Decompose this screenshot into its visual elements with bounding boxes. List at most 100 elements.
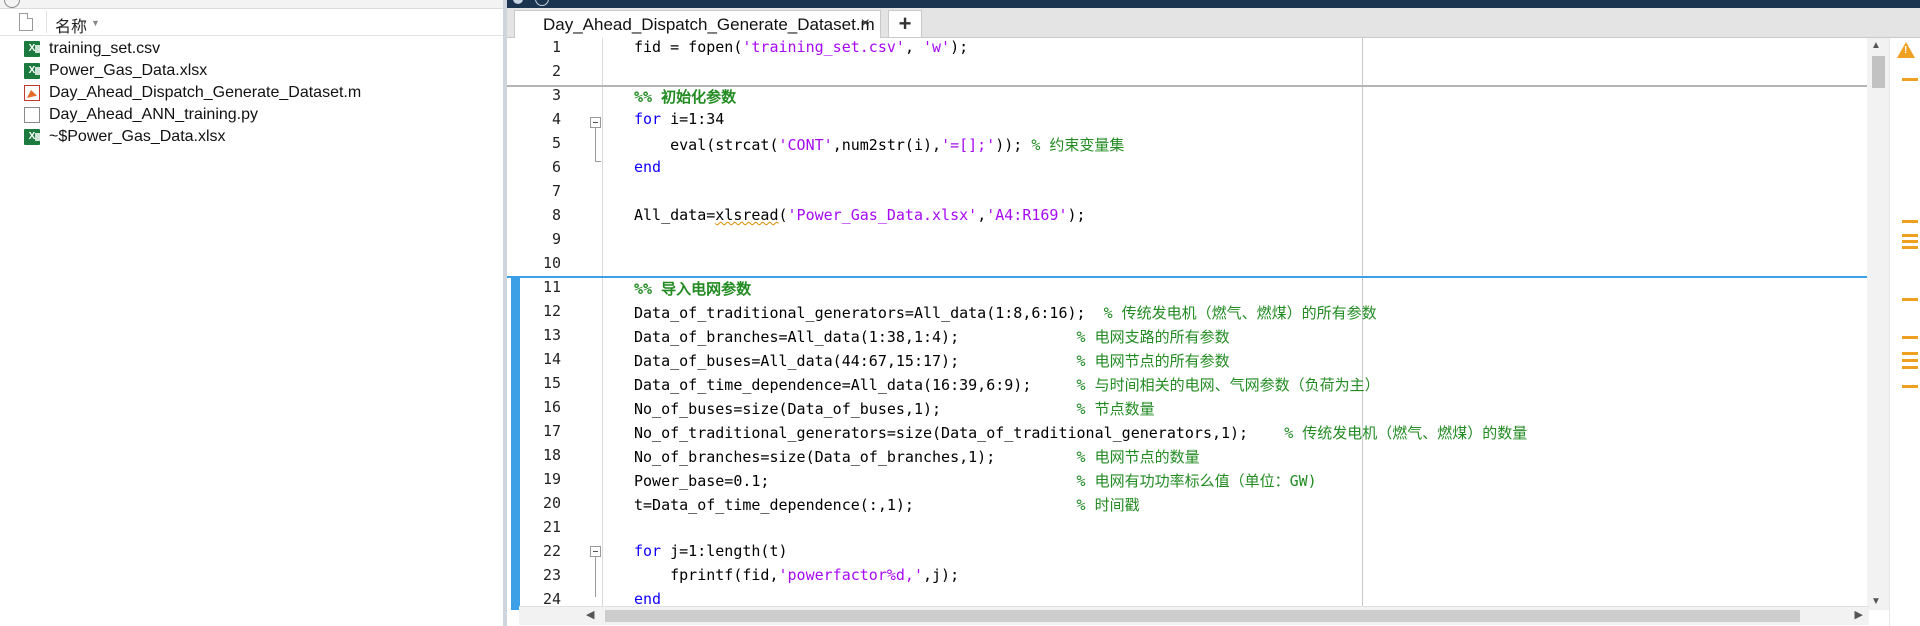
name-column-header[interactable]: 名称 [55,13,87,37]
fold-toggle-icon[interactable] [590,546,601,557]
file-name: training_set.csv [49,40,161,57]
analyzer-message-marker[interactable] [1902,359,1918,362]
code-token: 'w' [923,38,951,56]
analyzer-message-marker[interactable] [1902,336,1918,339]
vertical-scrollbar[interactable]: ▲ ▼ [1867,38,1889,610]
code-line[interactable]: eval(strcat('CONT',num2str(i),'=[];')); … [634,134,1124,155]
line-number: 22 [542,542,561,560]
scroll-up-icon[interactable]: ▲ [1871,40,1881,51]
code-token: Data_of_buses=All_data(44:67,15:17); [634,352,1077,370]
code-line[interactable]: Power_base=0.1; % 电网有功功率标么值（单位：GW) [634,470,1317,491]
analyzer-message-marker[interactable] [1902,352,1918,355]
sort-arrow-icon[interactable]: ▼ [91,18,100,28]
horizontal-scrollbar[interactable]: ◀ ▶ [519,606,1869,625]
code-token: % 电网支路的所有参数 [1076,328,1230,346]
code-token: 'A4:R169' [986,206,1068,224]
code-token: All_data= [634,206,716,224]
code-token: t=Data_of_time_dependence(:,1); [634,496,1077,514]
code-token: %% 初始化参数 [634,88,737,106]
code-token: )); [995,136,1032,154]
code-line[interactable]: fid = fopen('training_set.csv', 'w'); [634,38,968,56]
code-token: ); [1067,206,1086,224]
code-line[interactable]: for j=1:length(t) [634,542,788,560]
analyzer-message-marker[interactable] [1902,366,1918,369]
code-line[interactable]: Data_of_traditional_generators=All_data(… [634,302,1377,323]
file-row[interactable]: X ~$Power_Gas_Data.xlsx [0,126,503,148]
file-name: Day_Ahead_ANN_training.py [49,106,259,123]
file-row[interactable]: Day_Ahead_ANN_training.py [0,104,503,126]
code-token: 'Power_Gas_Data.xlsx' [787,206,978,224]
section-indicator-bar [507,38,520,610]
code-token: xlsread [715,206,779,224]
line-number: 5 [551,134,561,152]
code-line[interactable]: fprintf(fid,'powerfactor%d,',j); [634,566,959,584]
horizontal-scroll-thumb[interactable] [605,610,1800,622]
analyzer-message-marker[interactable] [1902,385,1918,388]
code-token: % 传统发电机（燃气、燃煤）的所有参数 [1103,304,1377,322]
analyzer-message-marker[interactable] [1902,78,1918,81]
code-line[interactable]: for i=1:34 [634,110,724,128]
code-token: fid = fopen( [634,38,743,56]
vertical-scroll-thumb[interactable] [1872,56,1885,88]
analyzer-message-marker[interactable] [1902,234,1918,237]
file-row[interactable]: X training_set.csv [0,38,503,60]
code-line[interactable]: end [634,158,661,176]
line-number: 9 [551,230,561,248]
window-options-icon[interactable] [535,0,549,6]
file-row[interactable]: X Power_Gas_Data.xlsx [0,60,503,82]
line-number: 18 [542,446,561,464]
line-number: 4 [551,110,561,128]
line-number: 19 [542,470,561,488]
file-row[interactable]: Day_Ahead_Dispatch_Generate_Dataset.m [0,82,503,104]
scroll-left-icon[interactable]: ◀ [586,608,594,621]
code-token: , [904,38,923,56]
analyzer-message-marker[interactable] [1902,298,1918,301]
line-number: 10 [542,254,561,272]
warning-indicator-icon[interactable]: ! [1897,42,1915,58]
code-line[interactable]: All_data=xlsread('Power_Gas_Data.xlsx','… [634,206,1086,224]
code-line[interactable]: %% 初始化参数 [634,86,736,107]
tab-close-icon[interactable]: × [861,15,870,33]
code-token: % 电网节点的数量 [1076,448,1200,466]
file-name: Power_Gas_Data.xlsx [49,62,208,79]
tab-active-file[interactable]: Day_Ahead_Dispatch_Generate_Dataset.m × [514,10,881,38]
code-line[interactable]: No_of_branches=size(Data_of_branches,1);… [634,446,1200,467]
code-token: % 节点数量 [1076,400,1155,418]
code-editor[interactable]: 1 fid = fopen('training_set.csv', 'w'); 2 3… [507,38,1876,610]
line-number: 8 [551,206,561,224]
fold-toggle-icon[interactable] [590,117,601,128]
code-token: ); [950,38,969,56]
code-token: '=[];' [941,136,996,154]
line-number: 6 [551,158,561,176]
new-tab-button[interactable]: + [888,10,922,37]
code-line[interactable]: %% 导入电网参数 [634,278,751,299]
code-line[interactable]: Data_of_buses=All_data(44:67,15:17); % 电… [634,350,1230,371]
editor-title-bar [507,0,1920,8]
scroll-down-icon[interactable]: ▼ [1871,596,1881,607]
code-token: 'CONT' [778,136,833,154]
code-line[interactable]: No_of_traditional_generators=size(Data_o… [634,422,1527,443]
panel-options-icon[interactable] [4,0,20,8]
code-line[interactable]: No_of_buses=size(Data_of_buses,1); % 节点数… [634,398,1155,419]
analyzer-message-marker[interactable] [1902,220,1918,223]
line-number: 15 [542,374,561,392]
file-name: Day_Ahead_Dispatch_Generate_Dataset.m [49,84,362,101]
scroll-right-icon[interactable]: ▶ [1855,608,1863,621]
right-margin-guide [1362,38,1363,610]
analyzer-message-marker[interactable] [1902,246,1918,249]
code-token: % 电网有功功率标么值（单位：GW) [1076,472,1317,490]
current-section-indicator [511,276,520,610]
code-analyzer-strip: ! [1889,38,1920,626]
analyzer-message-marker[interactable] [1902,240,1918,243]
code-token: Data_of_traditional_generators=All_data(… [634,304,1104,322]
code-token: end [634,158,662,176]
fold-range-line [595,557,596,597]
code-token: ( [778,206,788,224]
line-number: 3 [551,86,561,104]
line-number: 12 [542,302,561,320]
code-token: Data_of_time_dependence=All_data(16:39,6… [634,376,1077,394]
code-line[interactable]: Data_of_branches=All_data(1:38,1:4); % 电… [634,326,1230,347]
code-line[interactable]: t=Data_of_time_dependence(:,1); % 时间戳 [634,494,1140,515]
excel-icon: X [24,41,40,57]
code-line[interactable]: Data_of_time_dependence=All_data(16:39,6… [634,374,1380,395]
